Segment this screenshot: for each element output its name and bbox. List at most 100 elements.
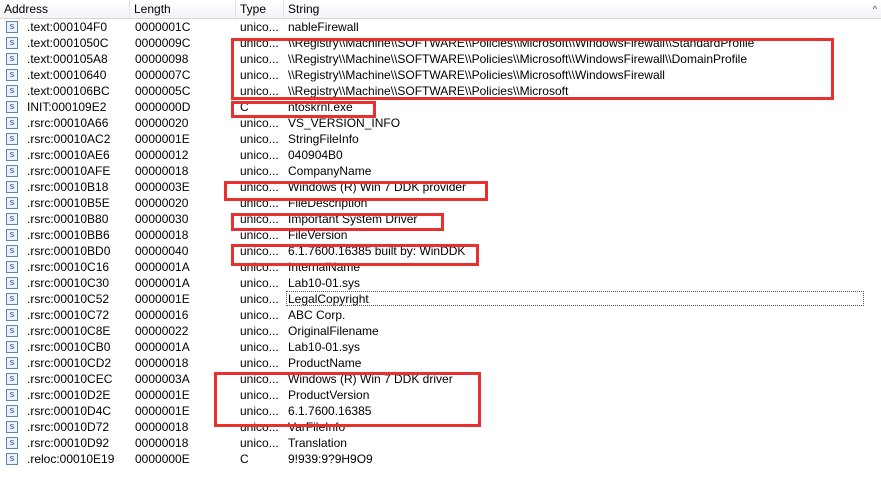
- string-cell: Lab10-01.sys: [288, 276, 361, 290]
- column-header-address[interactable]: Address: [0, 0, 130, 18]
- length-cell: 0000001E: [135, 388, 190, 402]
- string-item-icon: s: [6, 421, 18, 433]
- table-row[interactable]: s .text:000105A8 00000098 unico... \\Registr…: [0, 51, 881, 67]
- table-row[interactable]: s .rsrc:00010B80 00000030 unico... Important…: [0, 211, 881, 227]
- table-row[interactable]: s .rsrc:00010AE6 00000012 unico... 040904B0: [0, 147, 881, 163]
- table-row[interactable]: s .rsrc:00010BB6 00000018 unico... FileVersi…: [0, 227, 881, 243]
- table-row[interactable]: s .rsrc:00010C30 0000001A unico... Lab10-01.…: [0, 275, 881, 291]
- table-row[interactable]: s .rsrc:00010B5E 00000020 unico... FileDescr…: [0, 195, 881, 211]
- length-cell: 00000020: [135, 116, 189, 130]
- address-cell: .rsrc:00010BB6: [27, 228, 110, 242]
- string-item-icon: s: [6, 37, 18, 49]
- table-row[interactable]: s .text:000106BC 0000005C unico... \\Registr…: [0, 83, 881, 99]
- type-cell: unico...: [240, 404, 279, 418]
- sort-arrow-icon: ^: [872, 4, 877, 14]
- type-cell: unico...: [240, 164, 279, 178]
- address-cell: .rsrc:00010B5E: [27, 196, 110, 210]
- table-row[interactable]: s .text:00010640 0000007C unico... \\Registr…: [0, 67, 881, 83]
- length-cell: 0000000D: [135, 100, 191, 114]
- table-row[interactable]: s .rsrc:00010CB0 0000001A unico... Lab10-01.…: [0, 339, 881, 355]
- type-cell: unico...: [240, 324, 279, 338]
- table-row[interactable]: s .rsrc:00010D92 00000018 unico... Translati…: [0, 435, 881, 451]
- column-header-string-label: String: [288, 2, 320, 16]
- string-cell: 6.1.7600.16385: [288, 404, 372, 418]
- address-cell: .rsrc:00010C30: [27, 276, 110, 290]
- table-row[interactable]: s .rsrc:00010C52 0000001E unico... LegalCopy…: [0, 291, 881, 307]
- table-row[interactable]: s .text:000104F0 0000001C unico... nableFire…: [0, 19, 881, 35]
- column-header-length[interactable]: Length: [130, 0, 236, 18]
- string-item-icon: s: [6, 341, 18, 353]
- length-cell: 0000000E: [135, 452, 190, 466]
- type-cell: unico...: [240, 356, 279, 370]
- string-item-icon: s: [6, 117, 18, 129]
- address-cell: INIT:000109E2: [27, 100, 107, 114]
- type-cell: unico...: [240, 292, 279, 306]
- table-row[interactable]: s .rsrc:00010B18 0000003E unico... Windows (…: [0, 179, 881, 195]
- length-cell: 00000012: [135, 148, 189, 162]
- type-cell: unico...: [240, 20, 279, 34]
- address-cell: .rsrc:00010CB0: [27, 340, 111, 354]
- string-cell: 6.1.7600.16385 built by: WinDDK: [288, 244, 466, 258]
- table-row[interactable]: s .rsrc:00010A66 00000020 unico... VS_VERSIO…: [0, 115, 881, 131]
- address-cell: .rsrc:00010C52: [27, 292, 110, 306]
- column-header-string[interactable]: String ^: [284, 0, 881, 18]
- string-cell: Windows (R) Win 7 DDK driver: [288, 372, 453, 386]
- focus-rectangle: [286, 291, 864, 306]
- address-cell: .rsrc:00010D72: [27, 420, 110, 434]
- string-item-icon: s: [6, 181, 18, 193]
- table-row[interactable]: s .rsrc:00010C16 0000001A unico... InternalN…: [0, 259, 881, 275]
- table-row[interactable]: s .rsrc:00010D2E 0000001E unico... ProductVe…: [0, 387, 881, 403]
- address-cell: .rsrc:00010AFE: [27, 164, 111, 178]
- length-cell: 0000001C: [135, 20, 191, 34]
- string-item-icon: s: [6, 437, 18, 449]
- string-cell: ProductVersion: [288, 388, 370, 402]
- type-cell: unico...: [240, 372, 279, 386]
- address-cell: .text:000106BC: [27, 84, 110, 98]
- string-item-icon: s: [6, 309, 18, 321]
- table-row[interactable]: s .rsrc:00010C8E 00000022 unico... OriginalF…: [0, 323, 881, 339]
- table-row[interactable]: s .rsrc:00010BD0 00000040 unico... 6.1.7600.…: [0, 243, 881, 259]
- type-cell: unico...: [240, 228, 279, 242]
- type-cell: C: [240, 100, 249, 114]
- length-cell: 0000001A: [135, 276, 190, 290]
- type-cell: unico...: [240, 212, 279, 226]
- table-row[interactable]: s .text:0001050C 0000009C unico... \\Registr…: [0, 35, 881, 51]
- length-cell: 0000001E: [135, 132, 190, 146]
- column-header-type[interactable]: Type: [236, 0, 284, 18]
- length-cell: 0000003E: [135, 180, 190, 194]
- address-cell: .rsrc:00010AC2: [27, 132, 111, 146]
- type-cell: unico...: [240, 132, 279, 146]
- address-cell: .rsrc:00010D2E: [27, 388, 111, 402]
- string-cell: StringFileInfo: [288, 132, 359, 146]
- table-row[interactable]: s INIT:000109E2 0000000D Cntoskrnl.exe: [0, 99, 881, 115]
- table-row[interactable]: s .rsrc:00010D4C 0000001E unico... 6.1.7600.…: [0, 403, 881, 419]
- length-cell: 0000007C: [135, 68, 191, 82]
- string-item-icon: s: [6, 197, 18, 209]
- length-cell: 00000022: [135, 324, 189, 338]
- table-row[interactable]: s .rsrc:00010C72 00000016 unico... ABC Corp…: [0, 307, 881, 323]
- string-item-icon: s: [6, 85, 18, 97]
- table-row[interactable]: s .rsrc:00010CD2 00000018 unico... ProductNa…: [0, 355, 881, 371]
- type-cell: C: [240, 452, 249, 466]
- address-cell: .rsrc:00010B18: [27, 180, 109, 194]
- address-cell: .rsrc:00010CEC: [27, 372, 113, 386]
- table-row[interactable]: s .rsrc:00010AC2 0000001E unico... StringFil…: [0, 131, 881, 147]
- address-cell: .text:000104F0: [27, 20, 108, 34]
- table-row[interactable]: s .rsrc:00010CEC 0000003A unico... Windows (…: [0, 371, 881, 387]
- string-cell: ABC Corp.: [288, 308, 346, 322]
- table-row[interactable]: s .rsrc:00010D72 00000018 unico... VarFileIn…: [0, 419, 881, 435]
- string-item-icon: s: [6, 453, 18, 465]
- address-cell: .rsrc:00010C72: [27, 308, 110, 322]
- length-cell: 00000018: [135, 356, 189, 370]
- address-cell: .reloc:00010E19: [27, 452, 115, 466]
- type-cell: unico...: [240, 244, 279, 258]
- type-cell: unico...: [240, 260, 279, 274]
- string-cell: \\Registry\\Machine\\SOFTWARE\\Policies\…: [288, 52, 747, 66]
- table-row[interactable]: s .reloc:00010E19 0000000E C 9!939:9?9H9O9: [0, 451, 881, 467]
- table-row[interactable]: s .rsrc:00010AFE 00000018 unico... CompanyNa…: [0, 163, 881, 179]
- address-cell: .rsrc:00010B80: [27, 212, 109, 226]
- length-cell: 0000009C: [135, 36, 191, 50]
- address-cell: .text:00010640: [27, 68, 107, 82]
- address-cell: .text:000105A8: [27, 52, 108, 66]
- string-item-icon: s: [6, 357, 18, 369]
